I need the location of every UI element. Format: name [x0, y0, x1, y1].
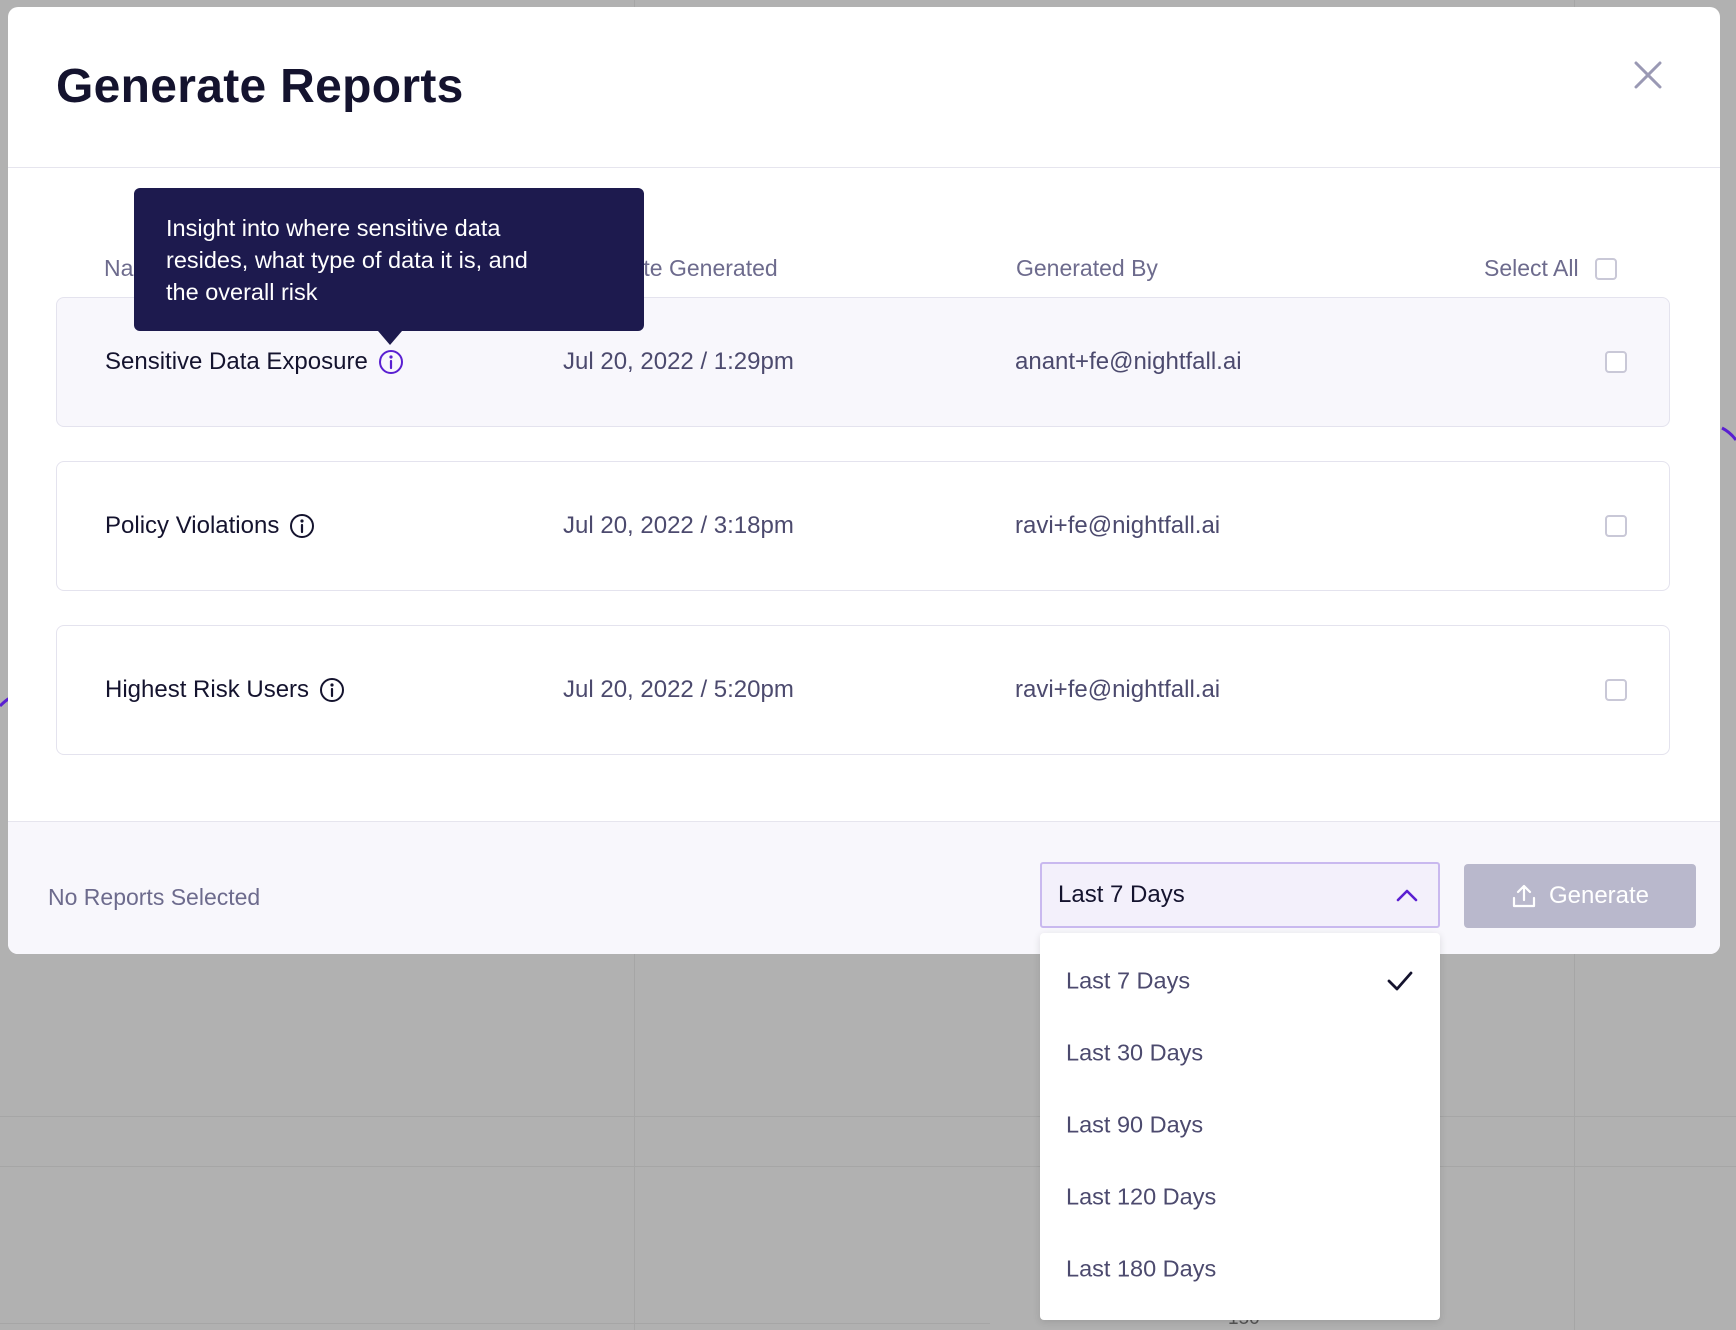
checkmark-icon [1387, 971, 1413, 991]
info-icon[interactable] [319, 677, 345, 703]
menu-option-label: Last 120 Days [1066, 1183, 1217, 1210]
menu-option-label: Last 90 Days [1066, 1111, 1204, 1138]
report-date: Jul 20, 2022 / 1:29pm [563, 348, 794, 375]
chevron-up-icon [1396, 889, 1418, 902]
modal-title: Generate Reports [56, 60, 464, 113]
header-divider [8, 167, 1720, 168]
tooltip-line: the overall risk [166, 279, 318, 305]
report-name: Policy Violations [105, 512, 315, 540]
column-header-generated-by: Generated By [1016, 255, 1158, 281]
menu-option-label: Last 30 Days [1066, 1039, 1204, 1066]
report-checkbox[interactable] [1605, 515, 1627, 537]
select-all-checkbox[interactable] [1594, 257, 1617, 280]
close-icon [1634, 61, 1662, 89]
info-tooltip: Insight into where sensitive data reside… [134, 188, 644, 331]
tooltip-line: Insight into where sensitive data [166, 215, 501, 241]
report-date: Jul 20, 2022 / 3:18pm [563, 512, 794, 539]
info-icon[interactable] [378, 349, 404, 375]
info-icon[interactable] [289, 513, 315, 539]
upload-icon [1512, 884, 1536, 908]
report-generated-by: ravi+fe@nightfall.ai [1015, 676, 1221, 703]
report-name: Highest Risk Users [105, 676, 345, 704]
report-checkbox[interactable] [1605, 351, 1627, 373]
report-date: Jul 20, 2022 / 5:20pm [563, 676, 794, 703]
report-row[interactable]: Policy Violations Jul 20, 2022 / 3:18pm … [56, 461, 1670, 591]
menu-option-label: Last 180 Days [1066, 1255, 1217, 1282]
select-all[interactable]: Select All [1484, 255, 1617, 282]
date-range-select[interactable]: Last 7 Days [1040, 862, 1440, 928]
report-generated-by: ravi+fe@nightfall.ai [1015, 512, 1221, 539]
date-range-menu: Last 7 Days Last 30 Days Last 90 Days La… [1040, 933, 1440, 1320]
generate-button-label: Generate [1548, 882, 1650, 909]
report-checkbox[interactable] [1605, 679, 1627, 701]
tooltip-line: resides, what type of data it is, and [166, 247, 528, 273]
menu-option-last-90-days[interactable]: Last 90 Days [1040, 1089, 1440, 1161]
menu-option-last-120-days[interactable]: Last 120 Days [1040, 1161, 1440, 1233]
generate-reports-modal: Generate Reports Name Date Generated Gen… [8, 7, 1720, 954]
modal-footer: No Reports Selected Last 7 Days Generate [8, 821, 1720, 954]
select-all-label: Select All [1484, 255, 1579, 281]
menu-option-label: Last 7 Days [1066, 967, 1191, 994]
report-row[interactable]: Highest Risk Users Jul 20, 2022 / 5:20pm… [56, 625, 1670, 755]
date-range-value: Last 7 Days [1058, 881, 1185, 908]
menu-option-last-30-days[interactable]: Last 30 Days [1040, 1017, 1440, 1089]
selection-status: No Reports Selected [48, 884, 261, 910]
menu-option-last-7-days[interactable]: Last 7 Days [1040, 945, 1440, 1017]
menu-option-last-180-days[interactable]: Last 180 Days [1040, 1233, 1440, 1305]
report-name: Sensitive Data Exposure [105, 348, 404, 376]
generate-button[interactable]: Generate [1464, 864, 1696, 928]
report-generated-by: anant+fe@nightfall.ai [1015, 348, 1242, 375]
close-button[interactable] [1628, 55, 1668, 95]
report-name-label: Policy Violations [105, 512, 280, 539]
tooltip-arrow [378, 331, 402, 345]
report-name-label: Sensitive Data Exposure [105, 348, 368, 375]
report-name-label: Highest Risk Users [105, 676, 310, 703]
